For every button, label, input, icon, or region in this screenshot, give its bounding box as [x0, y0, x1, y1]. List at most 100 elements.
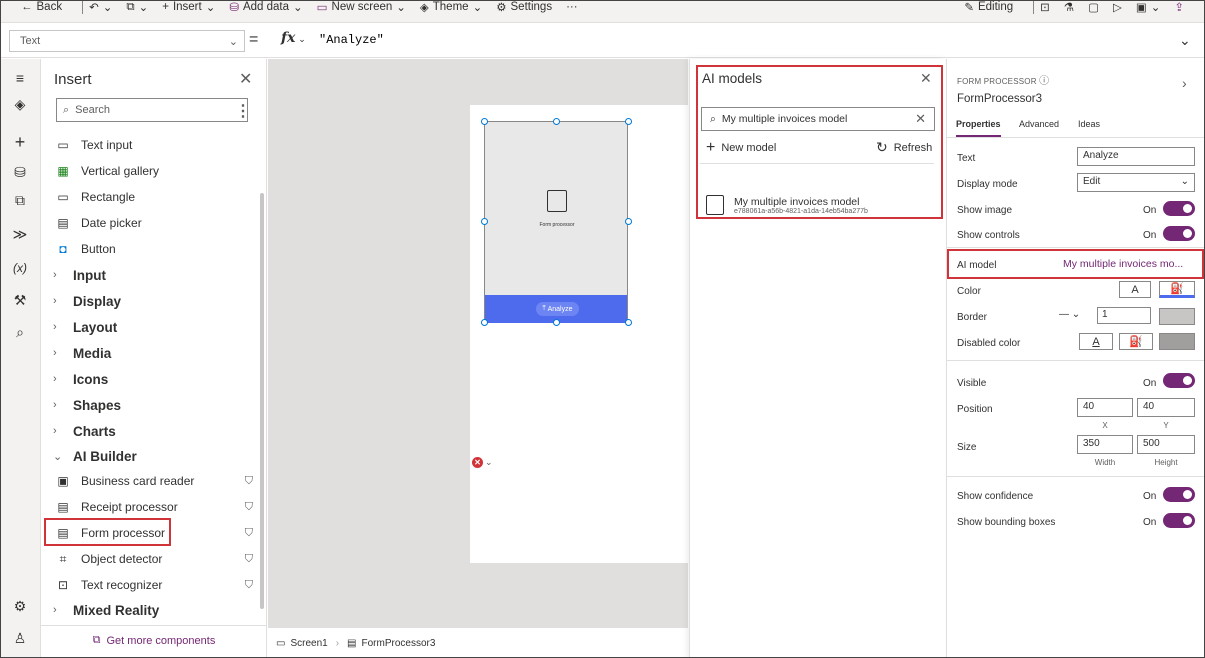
category-ai-builder[interactable]: ⌄ AI Builder [53, 444, 137, 468]
ai-model-value[interactable]: My multiple invoices mo... [1063, 258, 1183, 270]
search-icon[interactable]: ⌕ [9, 321, 31, 343]
text-input[interactable]: Analyze [1077, 147, 1195, 166]
copy-button[interactable]: ⧉ ⌄ [126, 1, 148, 14]
ai-models-search-input[interactable]: ⌕ My multiple invoices model ✕ [701, 107, 935, 131]
virtual-agent-icon[interactable]: ♙ [9, 627, 31, 649]
get-more-components-link[interactable]: ⧉ Get more components [41, 625, 267, 655]
data-icon[interactable]: ⛁ [9, 161, 31, 183]
more-options-icon[interactable]: ⋮ [235, 101, 251, 121]
disabled-border-color-picker[interactable] [1159, 333, 1195, 350]
settings-button[interactable]: ⚙ Settings [496, 1, 552, 14]
category-input[interactable]: › Input [53, 263, 106, 287]
insert-button[interactable]: + Insert ⌄ [162, 1, 215, 14]
undo-history-button[interactable]: ⚗ [1064, 1, 1074, 14]
resize-handle[interactable] [625, 319, 632, 326]
insert-item-object-detector[interactable]: ⌗ Object detector ⛉ [51, 547, 261, 571]
border-width-input[interactable]: 1 [1097, 307, 1151, 324]
theme-button[interactable]: ◈ Theme ⌄ [420, 1, 482, 14]
add-data-button[interactable]: ⛁ Add data ⌄ [229, 1, 302, 14]
more-button[interactable]: ··· [566, 1, 578, 13]
expand-formula-icon[interactable]: ⌄ [1179, 32, 1191, 49]
border-color-picker[interactable] [1159, 308, 1195, 325]
show-image-toggle[interactable] [1163, 201, 1195, 216]
category-media[interactable]: › Media [53, 341, 111, 365]
new-screen-button[interactable]: ▭ New screen ⌄ [317, 1, 406, 14]
chevron-down-icon[interactable]: ⌄ [485, 457, 493, 468]
category-charts[interactable]: › Charts [53, 419, 116, 443]
tree-view-icon[interactable]: ◈ [9, 93, 31, 115]
hamburger-icon[interactable]: ≡ [9, 67, 31, 89]
disabled-fill-color-picker[interactable]: ⛽ [1119, 333, 1153, 350]
save-button[interactable]: ▣ ⌄ [1136, 1, 1161, 14]
category-shapes[interactable]: › Shapes [53, 393, 121, 417]
resize-handle[interactable] [625, 118, 632, 125]
variables-icon[interactable]: (x) [9, 257, 31, 279]
tab-advanced[interactable]: Advanced [1019, 119, 1059, 129]
tab-properties[interactable]: Properties [956, 119, 1001, 137]
resize-handle[interactable] [553, 118, 560, 125]
formula-input[interactable]: "Analyze" [319, 33, 384, 47]
resize-handle[interactable] [481, 218, 488, 225]
preview-button[interactable]: ▷ [1113, 1, 1122, 14]
show-controls-toggle[interactable] [1163, 226, 1195, 241]
show-bounding-boxes-toggle[interactable] [1163, 513, 1195, 528]
app-checker-button[interactable]: ⊡ [1040, 1, 1050, 14]
text-color-picker[interactable]: A [1119, 281, 1151, 298]
refresh-button[interactable]: ↻ Refresh [876, 139, 932, 156]
media-icon[interactable]: ⧉ [9, 189, 31, 211]
back-button[interactable]: ← Back [21, 1, 62, 13]
property-dropdown[interactable]: Text ⌄ [9, 30, 245, 52]
undo-button[interactable]: ↶ ⌄ [89, 1, 112, 14]
fx-button[interactable]: fx ⌄ [281, 30, 306, 46]
disabled-text-color-picker[interactable]: A [1079, 333, 1113, 350]
insert-plus-icon[interactable]: + [9, 131, 31, 153]
border-style-dropdown[interactable]: — ⌄ [1059, 309, 1080, 320]
category-mixed-reality[interactable]: › Mixed Reality [53, 598, 159, 622]
resize-handle[interactable] [553, 319, 560, 326]
insert-item-button[interactable]: ◘ Button [51, 237, 261, 261]
help-icon[interactable]: ⓘ [1039, 76, 1049, 87]
insert-item-text-recognizer[interactable]: ⊡ Text recognizer ⛉ [51, 573, 261, 597]
size-width-input[interactable]: 350 [1077, 435, 1133, 454]
fill-color-picker[interactable]: ⛽ [1159, 281, 1195, 298]
form-processor-control[interactable]: Form processor ⤒ Analyze [484, 121, 628, 323]
breadcrumb-control[interactable]: ▤ FormProcessor3 [339, 638, 443, 649]
display-mode-dropdown[interactable]: Edit ⌄ [1077, 173, 1195, 192]
close-icon[interactable]: ✕ [920, 70, 932, 87]
editing-mode[interactable]: ✎ Editing [964, 1, 1013, 14]
show-confidence-toggle[interactable] [1163, 487, 1195, 502]
ai-model-list-item[interactable]: My multiple invoices model e788061a-a56b… [706, 187, 934, 223]
tab-ideas[interactable]: Ideas [1078, 119, 1100, 129]
error-icon[interactable]: ✕ [472, 457, 483, 468]
chevron-right-icon[interactable]: › [1182, 75, 1187, 91]
insert-item-text-input[interactable]: ▭ Text input [51, 133, 261, 157]
control-name[interactable]: FormProcessor3 [957, 93, 1042, 105]
position-y-input[interactable]: 40 [1137, 398, 1195, 417]
category-icons[interactable]: › Icons [53, 367, 108, 391]
category-layout[interactable]: › Layout [53, 315, 117, 339]
power-automate-icon[interactable]: ≫ [9, 223, 31, 245]
comments-button[interactable]: ▢ [1088, 1, 1099, 14]
insert-search-input[interactable]: ⌕ Search [56, 98, 248, 122]
resize-handle[interactable] [481, 319, 488, 326]
new-model-button[interactable]: + New model [706, 139, 776, 157]
analyze-button[interactable]: ⤒ Analyze [536, 302, 579, 316]
insert-item-date-picker[interactable]: ▤ Date picker [51, 211, 261, 235]
insert-item-vertical-gallery[interactable]: ▦ Vertical gallery [51, 159, 261, 183]
resize-handle[interactable] [625, 218, 632, 225]
insert-item-business-card-reader[interactable]: ▣ Business card reader ⛉ [51, 469, 261, 493]
resize-handle[interactable] [481, 118, 488, 125]
category-display[interactable]: › Display [53, 289, 121, 313]
clear-search-icon[interactable]: ✕ [915, 111, 926, 127]
close-icon[interactable]: ✕ [239, 69, 252, 89]
publish-button[interactable]: ⇪ [1174, 1, 1184, 14]
settings-gear-icon[interactable]: ⚙ [9, 595, 31, 617]
insert-item-rectangle[interactable]: ▭ Rectangle [51, 185, 261, 209]
visible-toggle[interactable] [1163, 373, 1195, 388]
advanced-tools-icon[interactable]: ⚒ [9, 289, 31, 311]
position-x-input[interactable]: 40 [1077, 398, 1133, 417]
breadcrumb-screen[interactable]: ▭ Screen1 [268, 638, 336, 649]
insert-scrollbar[interactable] [260, 193, 264, 609]
insert-item-receipt-processor[interactable]: ▤ Receipt processor ⛉ [51, 495, 261, 519]
size-height-input[interactable]: 500 [1137, 435, 1195, 454]
